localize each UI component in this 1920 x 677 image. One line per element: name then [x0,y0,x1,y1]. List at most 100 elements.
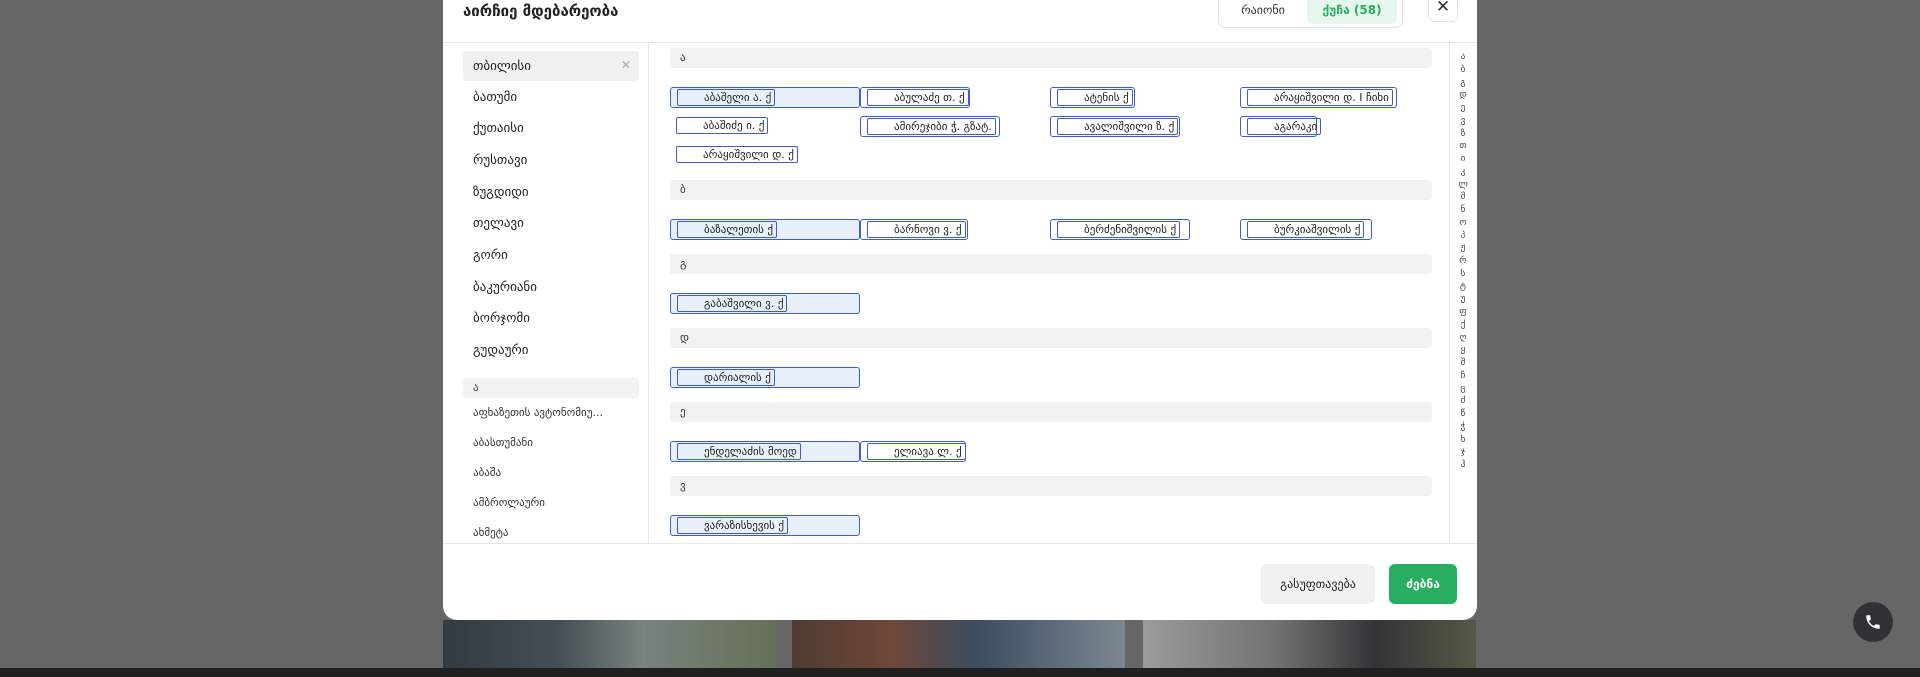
alphabet-index: აბგდევზთიკლმნოპჟრსტუფქღყშჩცძწჭხჯჰ [1449,43,1475,543]
street-option[interactable]: აბულაძე თ. ქ [860,87,970,108]
street-label: არაყიშვილი დ. I ჩიხი [1247,89,1393,106]
alphabet-letter[interactable]: ს [1461,268,1466,281]
alphabet-letter[interactable]: გ [1460,77,1465,90]
section-header: ა [670,48,1432,68]
street-option[interactable]: ელიავა ლ. ქ [860,441,966,462]
street-option[interactable]: არაყიშვილი დ. ქ [670,145,805,166]
street-label: აგარაკი [1247,118,1322,135]
section-header: გ [670,254,1432,274]
alphabet-letter[interactable]: ზ [1461,128,1466,141]
street-option[interactable]: ბურკიაშვილის ქ [1240,219,1372,240]
city-item[interactable]: ზუგდიდი [463,177,639,207]
alphabet-letter[interactable]: კ [1461,166,1466,179]
section-header: ვ [670,476,1432,496]
alphabet-letter[interactable]: ი [1461,153,1466,166]
alphabet-letter[interactable]: ო [1459,217,1466,230]
city-item[interactable]: ბორჯომი [463,303,639,333]
alphabet-letter[interactable]: ჰ [1461,459,1466,472]
street-label: ატენის ქ [1057,89,1133,106]
alphabet-letter[interactable]: წ [1461,408,1466,421]
modal-header: აირჩიე მდებარეობა რაიონი ქუჩა (58) ✕ [443,0,1477,43]
alphabet-letter[interactable]: ჟ [1461,242,1466,255]
section-header: ე [670,402,1432,422]
search-button[interactable]: ძებნა [1389,564,1457,604]
region-letter-header: ა [463,378,639,398]
location-modal: აირჩიე მდებარეობა რაიონი ქუჩა (58) ✕ თბი… [443,0,1477,620]
street-option[interactable]: ამირეჯიბი ჭ. გზატ. [860,116,1000,137]
city-item[interactable]: გუდაური [463,335,639,365]
alphabet-letter[interactable]: ჯ [1461,446,1465,459]
alphabet-letter[interactable]: ლ [1458,179,1468,192]
region-item[interactable]: ახმეტა [473,526,639,539]
alphabet-letter[interactable]: ბ [1461,64,1466,77]
street-label: აბაშელი ა. ქ [677,89,776,106]
street-label: დარიალის ქ [677,369,775,386]
street-label: არაყიშვილი დ. ქ [676,146,798,163]
region-item[interactable]: აფხაზეთის ავტონომიუ... [473,406,639,419]
street-option[interactable]: ვარაზისხევის ქ [670,515,860,536]
city-item[interactable]: ბათუმი [463,82,639,112]
region-item[interactable]: აბასთუმანი [473,436,639,449]
clear-button[interactable]: გასუფთავება [1261,564,1375,604]
alphabet-letter[interactable]: ნ [1461,204,1466,217]
city-item[interactable]: ქუთაისი [463,113,639,143]
alphabet-letter[interactable]: ფ [1459,306,1466,319]
city-label: თბილისი [473,58,531,74]
alphabet-letter[interactable]: ა [1461,51,1466,64]
alphabet-letter[interactable]: ვ [1461,115,1466,128]
street-label: ბაზალეთის ქ [677,221,778,238]
region-item[interactable]: აბაშა [473,466,639,479]
clear-city-icon[interactable]: ✕ [621,58,631,72]
city-item-tbilisi[interactable]: თბილისი ✕ [463,51,639,81]
alphabet-letter[interactable]: ძ [1461,395,1466,408]
street-option[interactable]: გაბაშვილი ვ. ქ [670,293,860,314]
alphabet-letter[interactable]: დ [1459,89,1466,102]
alphabet-letter[interactable]: ც [1460,383,1465,396]
alphabet-letter[interactable]: პ [1461,230,1466,243]
tab-street[interactable]: ქუჩა (58) [1307,0,1397,24]
street-label: ავალიშვილი ზ. ქ [1057,118,1179,135]
street-option[interactable]: ბაზალეთის ქ [670,219,860,240]
street-list[interactable]: ა აბაშელი ა. ქ აბულაძე თ. ქ ატენის ქ არა… [650,43,1442,543]
street-option[interactable]: დარიალის ქ [670,367,860,388]
street-option[interactable]: ავალიშვილი ზ. ქ [1050,116,1180,137]
close-button[interactable]: ✕ [1428,0,1458,22]
city-item[interactable]: ბაკურიანი [463,272,639,302]
street-option[interactable]: ენდელაძის მოედ [670,441,860,462]
street-label: ბარნოვი ვ. ქ [867,221,966,238]
alphabet-letter[interactable]: ყ [1461,344,1466,357]
street-option[interactable]: აბაშელი ა. ქ [670,87,860,108]
alphabet-letter[interactable]: მ [1461,191,1466,204]
alphabet-letter[interactable]: ღ [1459,332,1466,345]
alphabet-letter[interactable]: ე [1461,102,1466,115]
alphabet-letter[interactable]: ჭ [1461,421,1466,434]
tab-district[interactable]: რაიონი [1223,0,1303,24]
alphabet-letter[interactable]: რ [1459,255,1466,268]
street-label: აბულაძე თ. ქ [867,89,969,106]
alphabet-letter[interactable]: ჩ [1461,370,1466,383]
street-option[interactable]: არაყიშვილი დ. I ჩიხი [1240,87,1397,108]
city-list[interactable]: თბილისი ✕ ბათუმი ქუთაისი რუსთავი ზუგდიდი… [443,43,649,543]
alphabet-letter[interactable]: ტ [1460,281,1466,294]
alphabet-letter[interactable]: თ [1459,140,1466,153]
call-button[interactable] [1853,602,1893,642]
section-header: დ [670,328,1432,348]
street-option[interactable]: აგარაკი [1240,116,1322,137]
street-option[interactable]: ბერძენიშვილის ქ [1050,219,1190,240]
street-option[interactable]: ატენის ქ [1050,87,1135,108]
city-item[interactable]: გორი [463,240,639,270]
alphabet-letter[interactable]: ქ [1461,319,1466,332]
alphabet-letter[interactable]: შ [1461,357,1466,370]
alphabet-letter[interactable]: ხ [1461,434,1466,447]
street-option[interactable]: ბარნოვი ვ. ქ [860,219,968,240]
city-item[interactable]: თელავი [463,208,639,238]
alphabet-letter[interactable]: უ [1461,293,1466,306]
city-item[interactable]: რუსთავი [463,145,639,175]
location-type-switch: რაიონი ქუჩა (58) [1218,0,1403,28]
alphabet-letters: აბგდევზთიკლმნოპჟრსტუფქღყშჩცძწჭხჯჰ [1450,51,1476,472]
region-item[interactable]: ამბროლაური [473,496,639,509]
street-label: ელიავა ლ. ქ [867,443,966,460]
street-option[interactable]: აბაშიძე ი. ქ [670,116,775,137]
phone-icon [1866,615,1880,629]
street-label: ვარაზისხევის ქ [677,517,789,534]
